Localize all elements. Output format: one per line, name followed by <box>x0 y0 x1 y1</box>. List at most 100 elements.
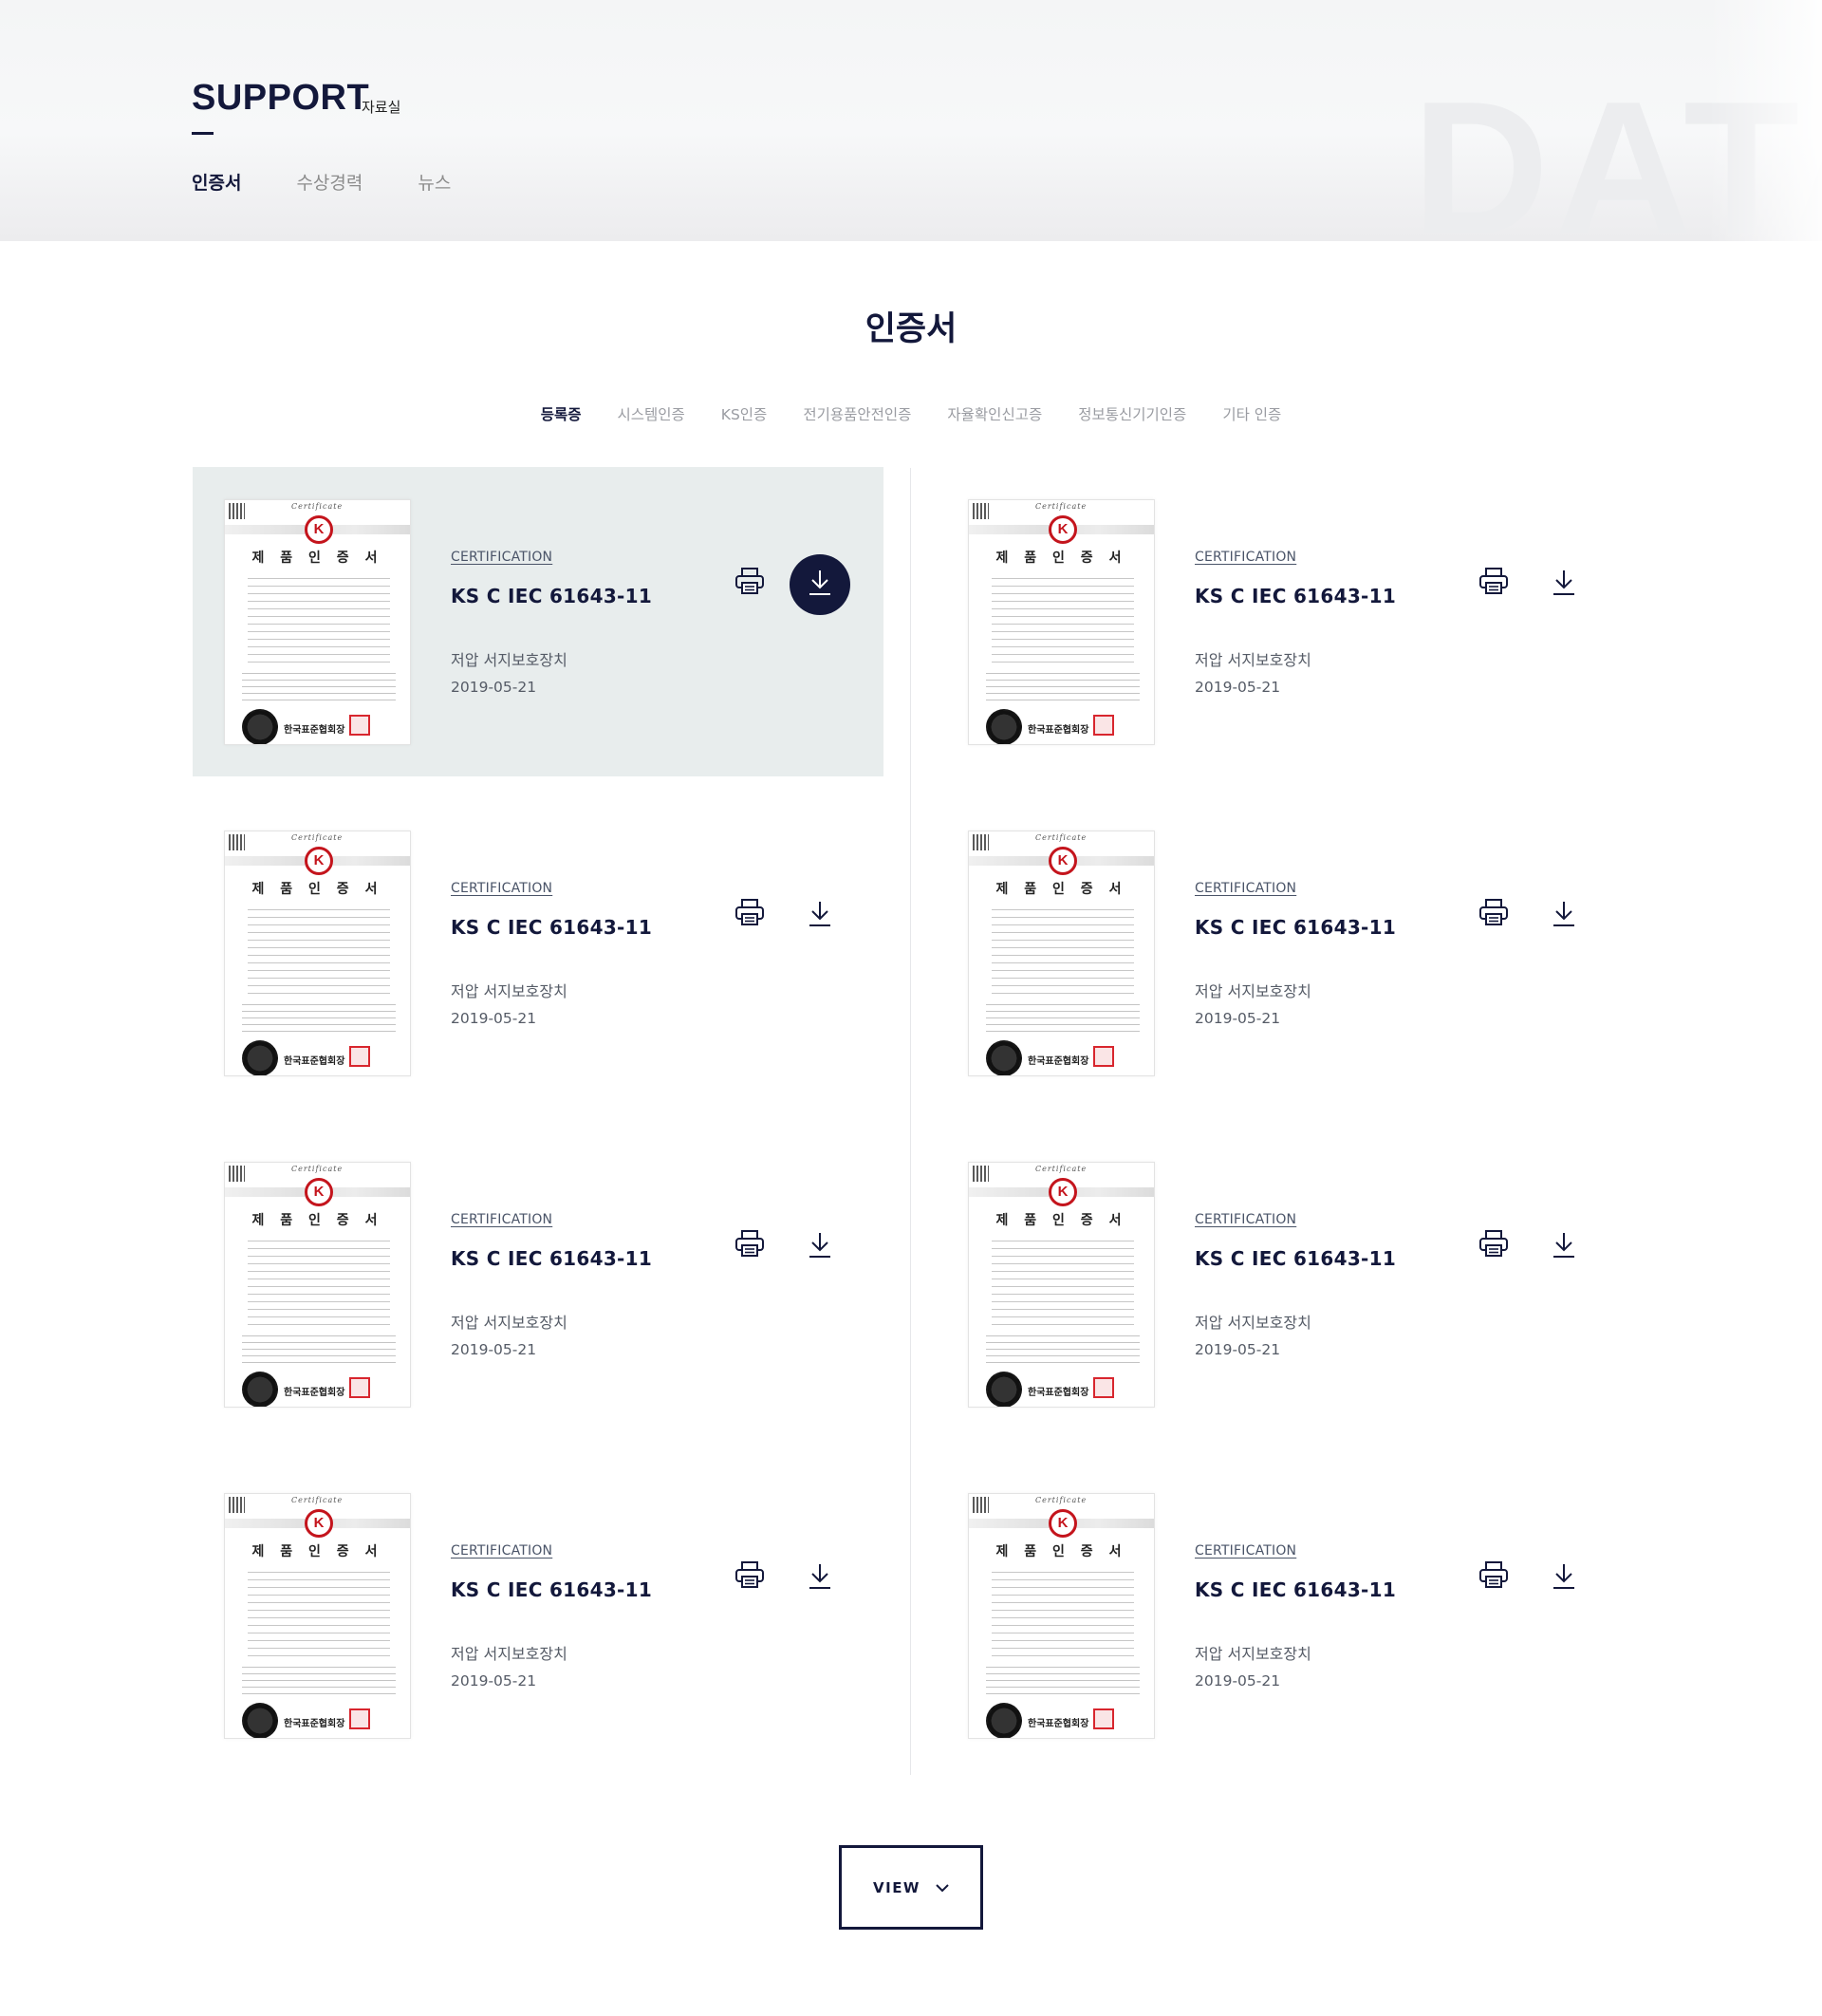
print-button[interactable] <box>732 1227 768 1263</box>
chevron-down-icon <box>936 1878 949 1896</box>
printer-icon <box>734 567 765 599</box>
certificate-word: Certificate <box>1035 833 1088 842</box>
tab-news[interactable]: 뉴스 <box>418 169 451 195</box>
qr-code-icon <box>973 503 989 519</box>
card-model: KS C IEC 61643-11 <box>1195 1247 1397 1270</box>
download-button[interactable] <box>1534 1548 1594 1609</box>
certificate-thumbnail[interactable]: Certificate K 제 품 인 증 서 한국표준협회장 <box>224 1162 411 1408</box>
download-button[interactable] <box>790 886 850 946</box>
card-model: KS C IEC 61643-11 <box>451 585 653 607</box>
card-model: KS C IEC 61643-11 <box>451 916 653 939</box>
card-eyebrow: CERTIFICATION <box>1195 1543 1297 1559</box>
thumbnail-paragraph <box>242 1667 396 1699</box>
card-model: KS C IEC 61643-11 <box>1195 916 1397 939</box>
qr-code-icon <box>229 503 245 519</box>
certificate-card[interactable]: Certificate K 제 품 인 증 서 한국표준협회장 CERTIFIC… <box>193 1461 883 1770</box>
card-eyebrow: CERTIFICATION <box>451 881 553 896</box>
thumbnail-paragraph <box>986 673 1140 705</box>
print-button[interactable] <box>732 565 768 601</box>
download-button[interactable] <box>1534 554 1594 615</box>
tab-certificates[interactable]: 인증서 <box>192 169 241 195</box>
printer-icon <box>1478 898 1509 930</box>
thumbnail-text-lines <box>992 1572 1134 1657</box>
certificate-thumbnail[interactable]: Certificate K 제 품 인 증 서 한국표준협회장 <box>224 831 411 1076</box>
download-icon <box>807 569 833 601</box>
print-button[interactable] <box>1476 1227 1512 1263</box>
view-more-label: VIEW <box>873 1878 920 1896</box>
thumbnail-text-lines <box>992 578 1134 663</box>
seal-icon <box>242 1703 278 1738</box>
print-button[interactable] <box>732 1559 768 1595</box>
thumbnail-paragraph <box>242 1335 396 1368</box>
thumbnail-text-lines <box>992 1241 1134 1326</box>
certificate-card[interactable]: Certificate K 제 품 인 증 서 한국표준협회장 CERTIFIC… <box>937 467 1627 776</box>
thumbnail-doc-title: 제 품 인 증 서 <box>995 1544 1127 1559</box>
card-product: 저압 서지보호장치 <box>1195 1314 1311 1332</box>
printer-icon <box>734 898 765 930</box>
thumbnail-org-name: 한국표준협회장 <box>284 1056 345 1067</box>
download-button[interactable] <box>790 1217 850 1278</box>
card-model: KS C IEC 61643-11 <box>451 1247 653 1270</box>
category-tab-registration[interactable]: 등록증 <box>541 403 582 424</box>
qr-code-icon <box>229 834 245 850</box>
certificate-thumbnail[interactable]: Certificate K 제 품 인 증 서 한국표준협회장 <box>968 1493 1155 1739</box>
top-tabs: 인증서 수상경력 뉴스 <box>192 169 506 195</box>
certificate-card[interactable]: Certificate K 제 품 인 증 서 한국표준협회장 CERTIFIC… <box>193 1129 883 1439</box>
print-button[interactable] <box>732 896 768 932</box>
tab-awards[interactable]: 수상경력 <box>296 169 363 195</box>
thumbnail-paragraph <box>986 1335 1140 1368</box>
category-tab-telecom[interactable]: 정보통신기기인증 <box>1078 403 1186 424</box>
card-eyebrow: CERTIFICATION <box>451 550 553 565</box>
printer-icon <box>1478 567 1509 599</box>
download-button[interactable] <box>1534 886 1594 946</box>
certificate-card[interactable]: Certificate K 제 품 인 증 서 한국표준협회장 CERTIFIC… <box>193 798 883 1108</box>
stamp-icon <box>1093 1046 1114 1067</box>
category-tabs: 등록증 시스템인증 KS인증 전기용품안전인증 자율확인신고증 정보통신기기인증… <box>0 403 1822 424</box>
certificate-card[interactable]: Certificate K 제 품 인 증 서 한국표준협회장 CERTIFIC… <box>937 1129 1627 1439</box>
certificate-thumbnail[interactable]: Certificate K 제 품 인 증 서 한국표준협회장 <box>224 1493 411 1739</box>
thumbnail-text-lines <box>248 1241 390 1326</box>
certificate-word: Certificate <box>1035 1165 1088 1173</box>
thumbnail-text-lines <box>248 578 390 663</box>
certificate-thumbnail[interactable]: Certificate K 제 품 인 증 서 한국표준협회장 <box>968 499 1155 745</box>
print-button[interactable] <box>1476 565 1512 601</box>
print-button[interactable] <box>1476 896 1512 932</box>
print-button[interactable] <box>1476 1559 1512 1595</box>
category-tab-ks[interactable]: KS인증 <box>721 403 768 424</box>
card-model: KS C IEC 61643-11 <box>1195 585 1397 607</box>
certificate-thumbnail[interactable]: Certificate K 제 품 인 증 서 한국표준협회장 <box>224 499 411 745</box>
download-button[interactable] <box>790 554 850 615</box>
stamp-icon <box>349 715 370 736</box>
download-button[interactable] <box>1534 1217 1594 1278</box>
card-model: KS C IEC 61643-11 <box>451 1578 653 1601</box>
download-icon <box>1551 569 1577 601</box>
grid-divider <box>910 468 911 1775</box>
card-eyebrow: CERTIFICATION <box>451 1212 553 1227</box>
printer-icon <box>1478 1229 1509 1261</box>
card-product: 저압 서지보호장치 <box>1195 982 1311 1000</box>
thumbnail-doc-title: 제 품 인 증 서 <box>251 1544 383 1559</box>
thumbnail-paragraph <box>986 1004 1140 1036</box>
category-tab-self-declaration[interactable]: 자율확인신고증 <box>947 403 1042 424</box>
certificate-word: Certificate <box>291 1496 344 1504</box>
certificate-thumbnail[interactable]: Certificate K 제 품 인 증 서 한국표준협회장 <box>968 831 1155 1076</box>
certificate-card[interactable]: Certificate K 제 품 인 증 서 한국표준협회장 CERTIFIC… <box>937 1461 1627 1770</box>
thumbnail-doc-title: 제 품 인 증 서 <box>251 551 383 566</box>
category-tab-other[interactable]: 기타 인증 <box>1222 403 1281 424</box>
download-button[interactable] <box>790 1548 850 1609</box>
certificate-thumbnail[interactable]: Certificate K 제 품 인 증 서 한국표준협회장 <box>968 1162 1155 1408</box>
certificate-word: Certificate <box>1035 1496 1088 1504</box>
category-tab-electrical-safety[interactable]: 전기용품안전인증 <box>803 403 911 424</box>
download-icon <box>807 1231 833 1263</box>
certificate-card[interactable]: Certificate K 제 품 인 증 서 한국표준협회장 CERTIFIC… <box>937 798 1627 1108</box>
view-more-button[interactable]: VIEW <box>839 1845 983 1930</box>
certificate-word: Certificate <box>291 502 344 511</box>
stamp-icon <box>1093 715 1114 736</box>
title-underline <box>192 132 214 135</box>
qr-code-icon <box>973 1166 989 1182</box>
category-tab-system[interactable]: 시스템인증 <box>617 403 684 424</box>
certificate-card[interactable]: Certificate K 제 품 인 증 서 한국표준협회장 CERTIFIC… <box>193 467 883 776</box>
card-date: 2019-05-21 <box>451 679 537 696</box>
thumbnail-doc-title: 제 품 인 증 서 <box>995 551 1127 566</box>
thumbnail-doc-title: 제 품 인 증 서 <box>251 1213 383 1228</box>
